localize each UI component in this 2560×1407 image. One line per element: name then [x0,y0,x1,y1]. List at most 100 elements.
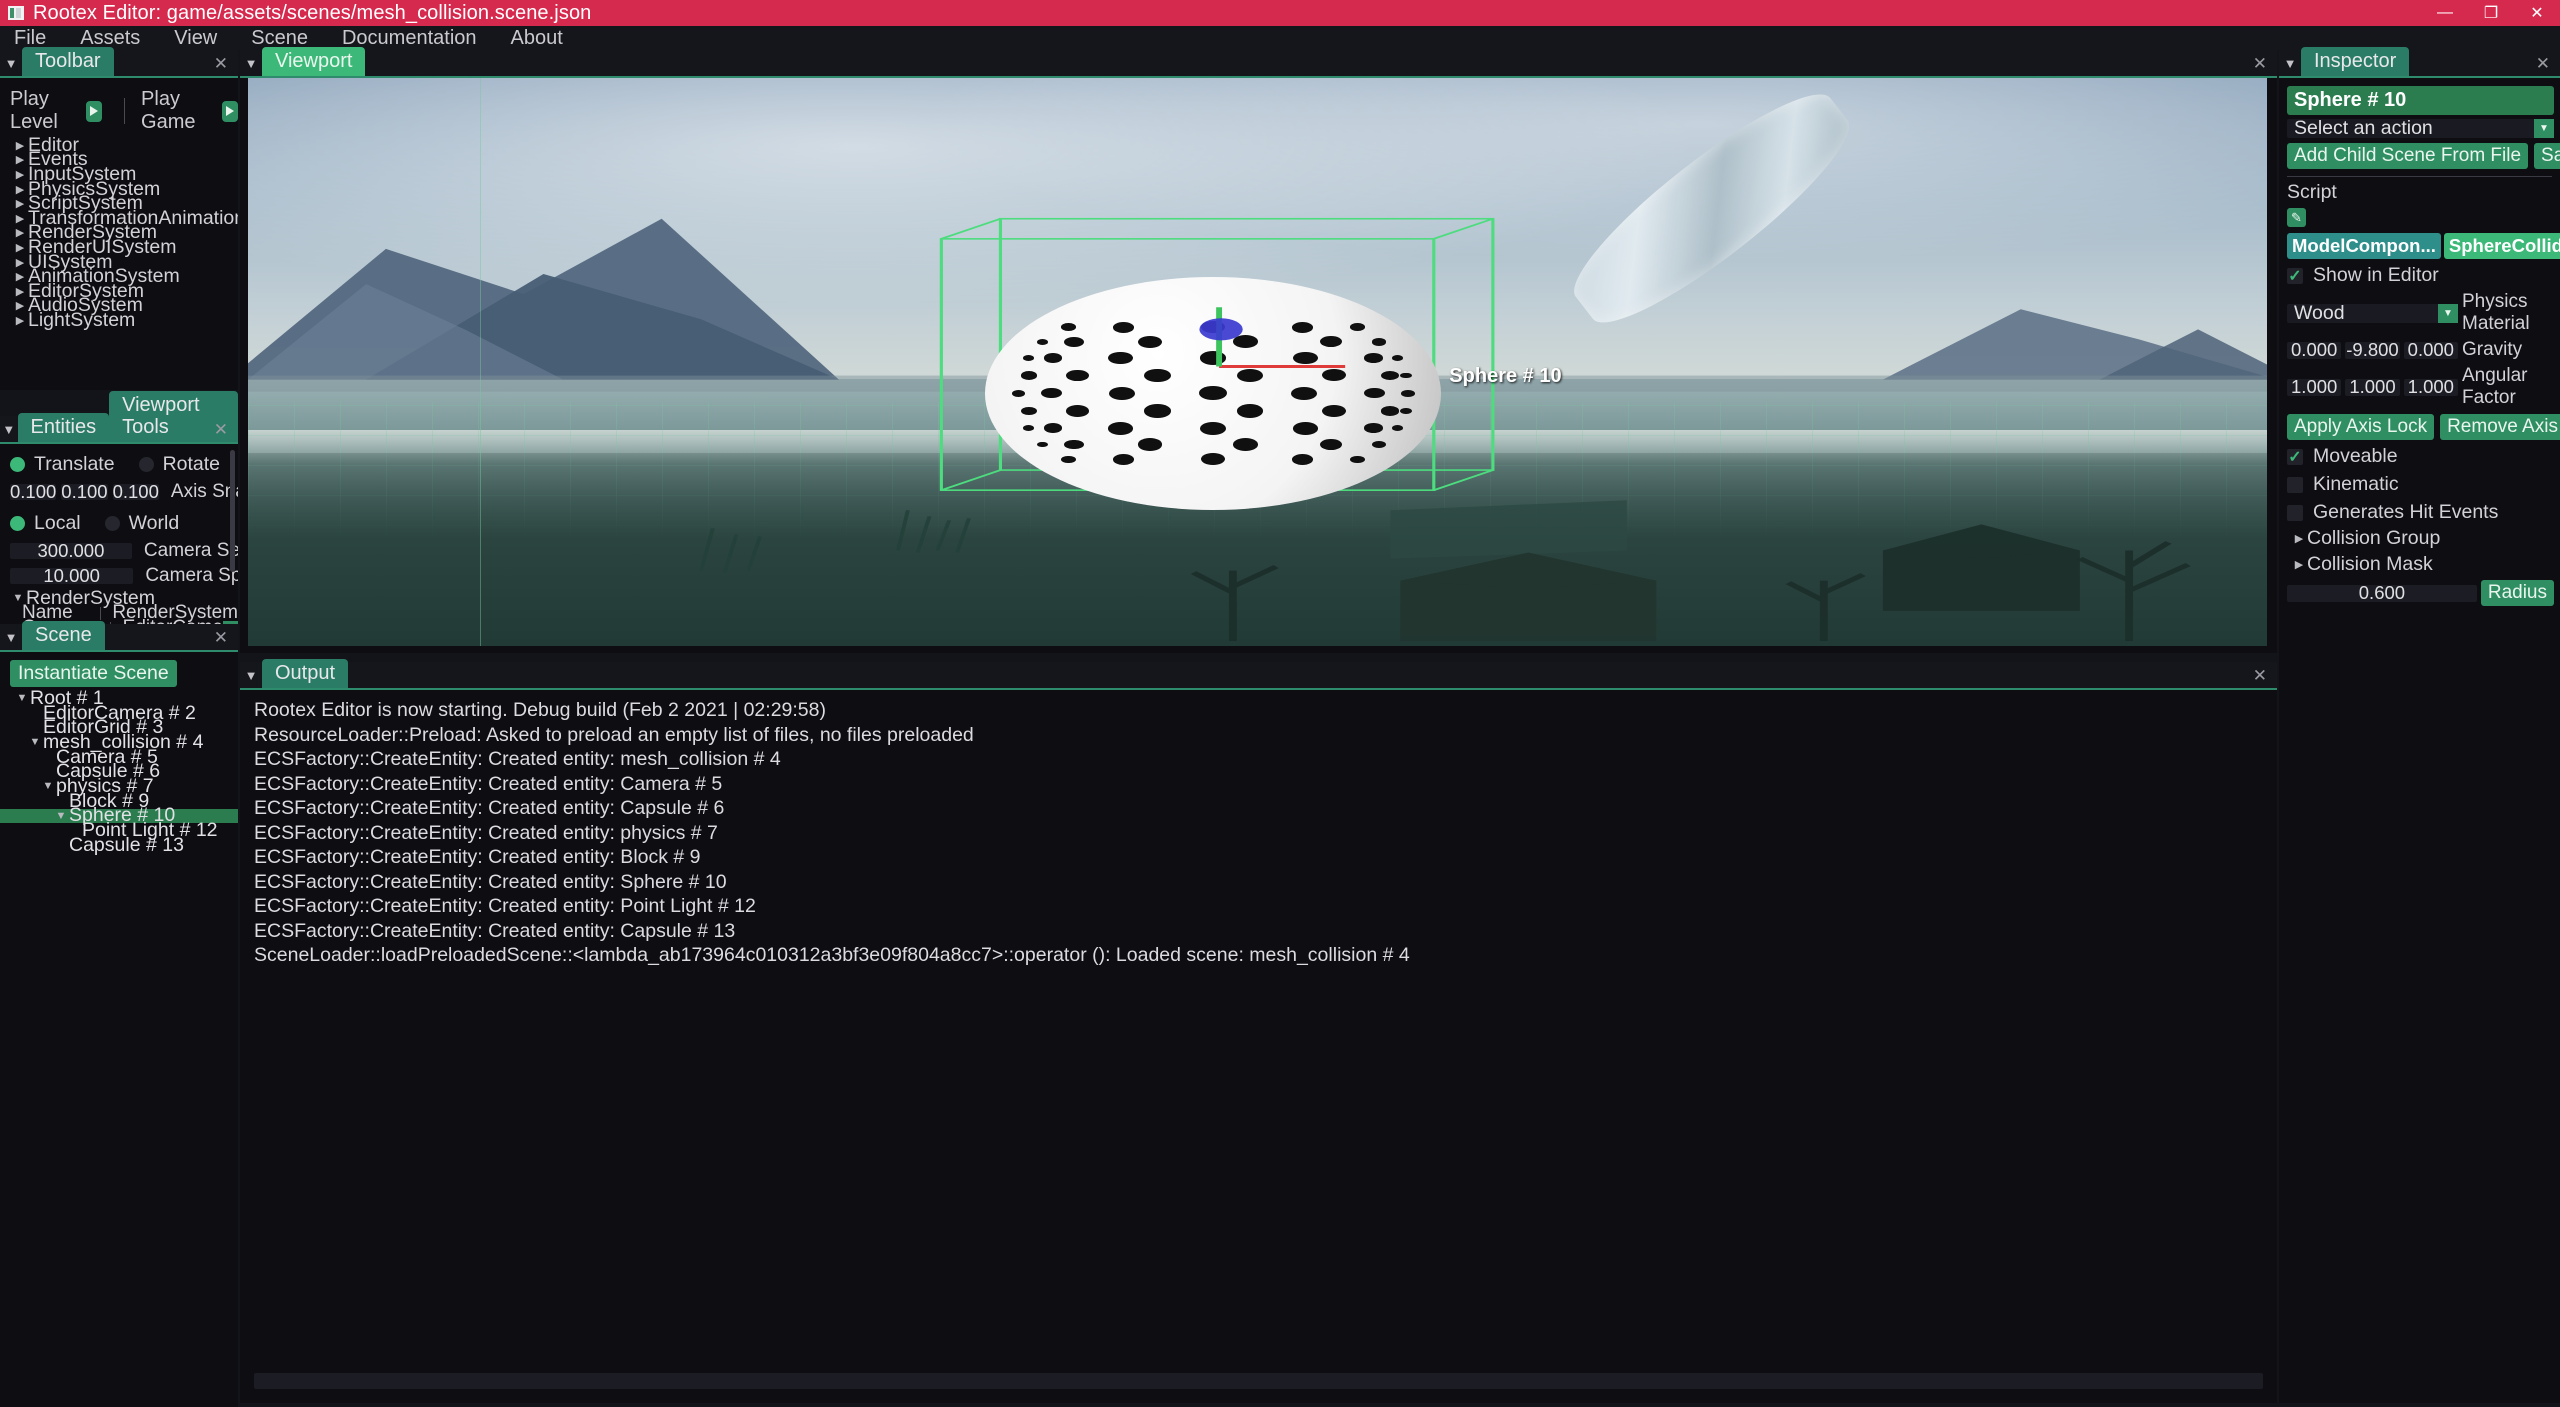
action-select[interactable]: Select an action ▼ [2287,117,2554,139]
menu-bar[interactable]: File Assets View Scene Documentation Abo… [0,26,2560,50]
gravity-x-input[interactable]: 0.000 [2287,339,2342,360]
collapse-icon[interactable]: ▼ [0,416,18,442]
add-child-scene-button[interactable]: Add Child Scene From File [2287,143,2529,169]
instantiate-scene-button[interactable]: Instantiate Scene [10,660,177,687]
axis-snap-y-input[interactable]: 0.100 [61,481,108,502]
chevron-right-icon: ▶ [15,241,25,254]
generates-hit-events-row: Generates Hit Events [2279,496,2560,524]
remove-axis-lock-button[interactable]: Remove Axis Lock [2440,414,2560,440]
radio-local[interactable] [10,516,25,531]
apply-axis-lock-button[interactable]: Apply Axis Lock [2287,414,2435,440]
tab-scene[interactable]: Scene [22,621,105,650]
collapse-icon[interactable]: ▼ [0,624,22,650]
minimize-button[interactable]: — [2422,0,2468,26]
chevron-down-icon[interactable]: ▼ [2534,119,2554,138]
log-line: ECSFactory::CreateEntity: Created entity… [254,797,725,819]
output-panel-header: ▼ Output ✕ [240,659,2277,690]
chevron-right-icon: ▶ [15,314,25,327]
physics-material-select[interactable]: Wood ▼ [2287,302,2458,324]
tab-entities[interactable]: Entities [17,413,110,442]
chevron-down-icon: ▼ [16,692,28,705]
edit-script-icon[interactable]: ✎ [2287,208,2306,227]
radio-rotate[interactable] [138,457,154,472]
angular-factor-z-input[interactable]: 1.000 [2403,376,2458,397]
close-icon[interactable]: ✕ [2253,54,2267,74]
show-in-editor-row: ✓ Show in Editor [2279,259,2560,287]
radius-button[interactable]: Radius [2480,580,2554,606]
axis-snap-z-input[interactable]: 0.100 [112,481,159,502]
window-title: Rootex Editor: game/assets/scenes/mesh_c… [33,1,592,24]
moveable-checkbox[interactable]: ✓ [2287,448,2303,466]
close-icon[interactable]: ✕ [214,420,228,440]
viewport-canvas[interactable]: Sphere # 10 [248,78,2267,646]
chevron-right-icon: ▶ [2294,559,2304,571]
camera-speed-label: Camera Spee [145,565,238,586]
window-controls[interactable]: — ❐ ✕ [2422,0,2560,26]
collapse-icon[interactable]: ▼ [240,50,262,76]
chevron-right-icon: ▶ [15,198,25,211]
app-icon [8,6,24,20]
collision-mask-row[interactable]: ▶ Collision Mask [2279,550,2560,576]
inspector-panel: ▼ Inspector ✕ Sphere # 10 Select an acti… [2279,47,2560,1403]
moveable-row: ✓ Moveable [2279,440,2560,468]
tab-output[interactable]: Output [262,659,349,688]
system-tree-item-label: LightSystem [28,308,136,331]
scrollbar[interactable] [230,450,235,572]
chevron-right-icon: ▶ [15,168,25,181]
play-game-button[interactable] [221,100,238,122]
collapse-icon[interactable]: ▼ [0,50,22,76]
menu-item-about[interactable]: About [511,27,563,50]
menu-item-documentation[interactable]: Documentation [342,27,477,50]
tab-sphere-collider[interactable]: SphereCollide... [2443,233,2560,259]
system-tree: ▶ Editor ▶ Events ▶ InputSystem ▶ PhysicsSystem… [0,134,238,331]
camera-select[interactable]: EditorCame ▼ [123,617,238,624]
divider [124,98,126,124]
tab-model-component[interactable]: ModelCompon... [2287,233,2441,259]
log-line: ECSFactory::CreateEntity: Created entity… [254,846,701,868]
radio-translate[interactable] [10,457,25,472]
close-icon[interactable]: ✕ [2253,666,2267,686]
radius-input[interactable]: 0.600 [2287,582,2477,603]
tab-viewport[interactable]: Viewport [262,47,366,76]
close-icon[interactable]: ✕ [2536,54,2550,74]
gravity-y-input[interactable]: -9.800 [2345,339,2400,360]
collapse-icon[interactable]: ▼ [2279,50,2301,76]
title-bar: Rootex Editor: game/assets/scenes/mesh_c… [0,0,2560,26]
gravity-z-input[interactable]: 0.000 [2403,339,2458,360]
camera-speed-input[interactable]: 10.000 [10,565,134,586]
camera-sensitivity-input[interactable]: 300.000 [10,540,132,561]
label-world: World [128,512,180,534]
close-button[interactable]: ✕ [2514,0,2560,26]
chevron-right-icon: ▶ [15,154,25,167]
close-icon[interactable]: ✕ [214,54,228,74]
log-line: ECSFactory::CreateEntity: Created entity… [254,772,723,795]
maximize-button[interactable]: ❐ [2468,0,2514,26]
log-filter-input[interactable] [254,1373,2263,1389]
chevron-right-icon: ▶ [15,285,25,298]
angular-factor-y-input[interactable]: 1.000 [2345,376,2400,397]
collapse-icon[interactable]: ▼ [240,662,262,688]
tab-toolbar[interactable]: Toolbar [22,47,114,76]
chevron-down-icon: ▼ [55,809,67,822]
label-local: Local [34,512,81,534]
radio-world[interactable] [104,516,120,531]
collision-group-row[interactable]: ▶ Collision Group [2279,524,2560,550]
show-in-editor-checkbox[interactable]: ✓ [2287,267,2303,285]
kinematic-checkbox[interactable] [2287,476,2303,493]
play-level-button[interactable] [86,100,103,122]
angular-factor-x-input[interactable]: 1.000 [2287,376,2342,397]
transform-gizmo[interactable] [248,78,2267,646]
system-tree-item[interactable]: ▶ LightSystem [0,309,238,331]
play-controls-row: Play Level Play Game [0,78,238,138]
chevron-down-icon[interactable]: ▼ [2438,303,2458,323]
scene-panel-header: ▼ Scene ✕ [0,621,238,652]
inspector-panel-header: ▼ Inspector ✕ [2279,47,2560,78]
menu-item-view[interactable]: View [174,27,217,50]
script-label: Script [2287,181,2337,203]
tab-inspector[interactable]: Inspector [2301,47,2410,76]
generates-hit-events-checkbox[interactable] [2287,504,2303,521]
output-panel-body: Rootex Editor is now starting. Debug bui… [240,690,2277,1403]
axis-snap-x-input[interactable]: 0.100 [10,481,57,502]
close-icon[interactable]: ✕ [214,628,228,648]
save-scene-button[interactable]: Save Scene to File [2534,143,2560,169]
